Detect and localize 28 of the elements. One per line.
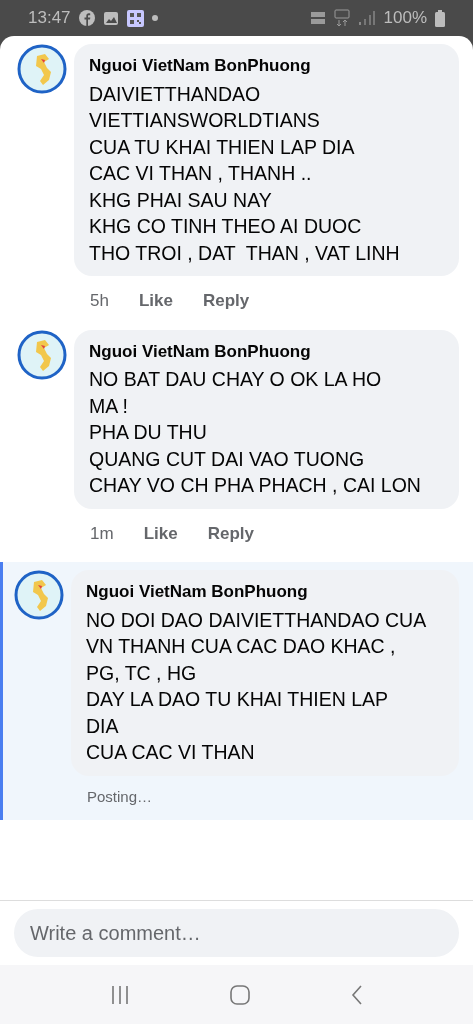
battery-icon xyxy=(435,9,445,27)
comment-time: 5h xyxy=(90,290,109,312)
author-name[interactable]: Nguoi VietNam BonPhuong xyxy=(89,53,445,79)
reply-button[interactable]: Reply xyxy=(202,288,250,314)
comment-text: NO DOI DAO DAIVIETTHANDAO CUA VN THANH CUA CAC DAO KHAC , PG, TC , HG DAY LA DAO TU KHAI THIEN LAP DIA CUA CAC VI THAN xyxy=(86,607,428,765)
facebook-icon xyxy=(78,10,95,26)
like-button[interactable]: Like xyxy=(138,288,173,314)
author-name[interactable]: Nguoi VietNam BonPhuong xyxy=(86,579,445,605)
author-name[interactable]: Nguoi VietNam BonPhuong xyxy=(89,338,445,364)
comment-time: 1m xyxy=(90,522,114,545)
battery-text: 100% xyxy=(383,7,427,30)
comment-text: DAIVIETTHANDAO VIETTIANSWORLDTIANS CUA TU KHAI THIEN LAP DIA CAC VI THAN , THANH .. KHG PHAI SAU NAY KHG CO TINH THEO AI DUOC THO TROI , DAT THAN , VAT LINH xyxy=(89,81,401,266)
clock-text: 13:47 xyxy=(28,7,71,30)
notification-dot-icon xyxy=(151,15,158,21)
comment-input[interactable]: Write a comment… xyxy=(14,909,459,957)
like-button[interactable]: Like xyxy=(143,520,178,546)
image-icon xyxy=(102,10,119,26)
back-icon[interactable] xyxy=(349,983,364,1006)
reply-button[interactable]: Reply xyxy=(207,520,254,546)
signal-icon xyxy=(357,11,376,25)
comment-text: NO BAT DAU CHAY O OK LA HO MA ! PHA DU THU QUANG CUT DAI VAO TUONG CHAY VO CH PHA PHACH , CAI LON xyxy=(89,367,422,498)
avatar[interactable] xyxy=(14,570,64,620)
avatar[interactable] xyxy=(17,44,67,94)
posting-status: Posting… xyxy=(86,786,154,807)
avatar[interactable] xyxy=(17,329,67,380)
qr-code-icon xyxy=(126,9,144,27)
recent-apps-icon[interactable] xyxy=(109,984,130,1005)
home-icon[interactable] xyxy=(228,983,251,1006)
